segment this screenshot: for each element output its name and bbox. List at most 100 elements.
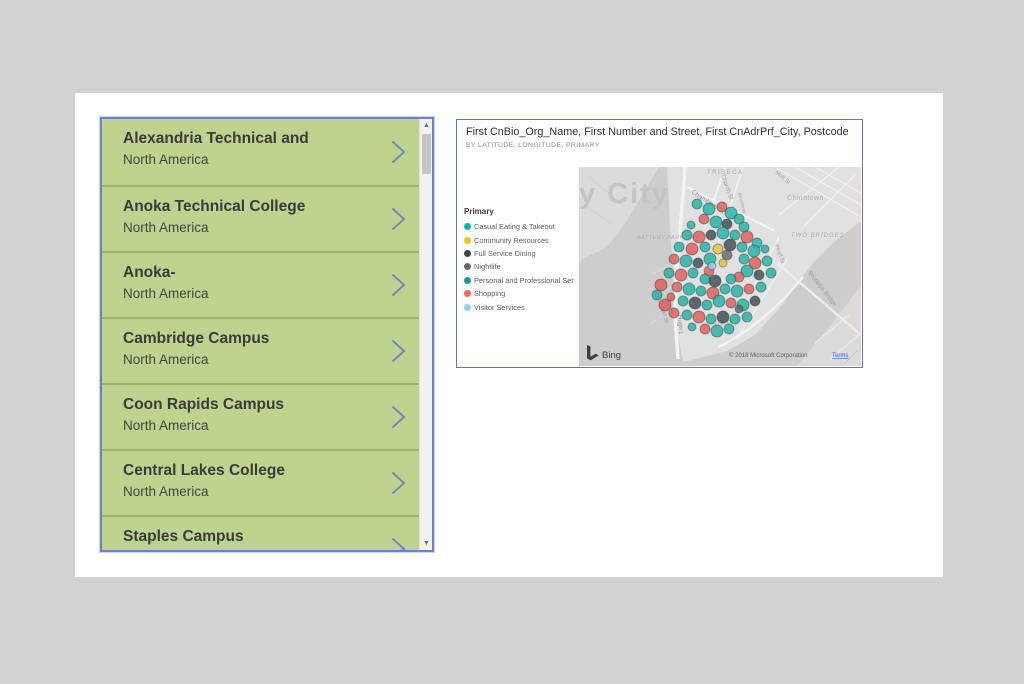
map-point[interactable] [754, 270, 764, 280]
list-item[interactable]: Anoka Technical College North America [102, 185, 419, 251]
list-item[interactable]: Anoka- North America [102, 251, 419, 317]
legend-color-dot [464, 223, 471, 230]
map-point[interactable] [688, 268, 698, 278]
map-point[interactable] [682, 310, 692, 320]
map-point[interactable] [724, 324, 734, 334]
chevron-right-icon[interactable] [387, 337, 411, 365]
legend-item[interactable]: Nightlife [464, 260, 577, 273]
map-point[interactable] [710, 216, 722, 228]
map-point[interactable] [678, 296, 688, 306]
map-point[interactable] [762, 256, 772, 266]
map-point[interactable] [720, 284, 730, 294]
map-point[interactable] [693, 231, 705, 243]
map-point[interactable] [687, 221, 695, 229]
map-point[interactable] [766, 268, 776, 278]
map-point[interactable] [717, 227, 729, 239]
map-point[interactable] [737, 242, 747, 252]
legend-item[interactable]: Community Resources [464, 233, 577, 246]
map-point[interactable] [700, 242, 710, 252]
map-point[interactable] [693, 258, 703, 268]
map-point[interactable] [731, 285, 743, 297]
map-point[interactable] [706, 230, 716, 240]
map-point[interactable] [726, 298, 736, 308]
map-point[interactable] [693, 311, 705, 323]
map-point[interactable] [750, 296, 760, 306]
map-point[interactable] [664, 268, 674, 278]
map-point[interactable] [726, 274, 736, 284]
map-point[interactable] [744, 284, 754, 294]
chevron-right-icon[interactable] [387, 271, 411, 299]
map-point[interactable] [699, 214, 709, 224]
map-point[interactable] [680, 255, 692, 267]
map-point[interactable] [709, 275, 721, 287]
map-point[interactable] [739, 254, 749, 264]
legend-item[interactable]: Full Service Dining [464, 247, 577, 260]
list-item-subtitle: North America [123, 150, 379, 170]
map-point[interactable] [724, 239, 736, 251]
chevron-right-icon[interactable] [387, 403, 411, 431]
legend-item-label: Casual Eating & Takeout [474, 222, 555, 231]
map-point[interactable] [719, 259, 727, 267]
map-point[interactable] [703, 203, 715, 215]
map-point[interactable] [659, 299, 671, 311]
map-point[interactable] [739, 222, 749, 232]
map-point[interactable] [713, 244, 723, 254]
list-item-title: Staples Campus [123, 526, 379, 548]
map-point[interactable] [686, 243, 698, 255]
map-point[interactable] [708, 262, 716, 270]
scrollbar-thumb[interactable] [422, 134, 431, 174]
map-point[interactable] [675, 269, 687, 281]
scroll-down-icon[interactable]: ▼ [420, 537, 433, 550]
list-item[interactable]: Staples Campus [102, 515, 419, 550]
map-point[interactable] [700, 274, 710, 284]
terms-link[interactable]: Terms [832, 353, 848, 359]
legend-item[interactable]: Personal and Professional Ser... [464, 274, 577, 287]
legend-item[interactable]: Visitor Services [464, 300, 577, 313]
map-point[interactable] [669, 254, 679, 264]
chevron-right-icon[interactable] [387, 138, 411, 166]
map-point[interactable] [735, 305, 743, 313]
map-point[interactable] [692, 199, 702, 209]
map-point[interactable] [702, 300, 712, 310]
map-point[interactable] [652, 290, 662, 300]
legend-color-dot [464, 237, 471, 244]
gallery-scrollbar[interactable]: ▲ ▼ [419, 119, 432, 550]
map-point[interactable] [689, 297, 701, 309]
map-point[interactable] [700, 324, 710, 334]
map-visual[interactable]: First CnBio_Org_Name, First Number and S… [456, 119, 863, 368]
legend-item[interactable]: Casual Eating & Takeout [464, 220, 577, 233]
chevron-right-icon[interactable] [387, 535, 411, 550]
svg-text:y City: y City [579, 178, 670, 210]
map-point[interactable] [756, 282, 766, 292]
list-item[interactable]: Coon Rapids Campus North America [102, 383, 419, 449]
map-point[interactable] [713, 295, 725, 307]
map-point[interactable] [669, 308, 679, 318]
map-point[interactable] [742, 312, 752, 322]
map-point[interactable] [730, 230, 740, 240]
map-point[interactable] [717, 311, 729, 323]
map-point[interactable] [655, 279, 667, 291]
map-point[interactable] [722, 250, 732, 260]
map-point[interactable] [730, 314, 740, 324]
list-item[interactable]: Central Lakes College North America [102, 449, 419, 515]
map-point[interactable] [706, 314, 716, 324]
list-item-subtitle: North America [123, 218, 379, 238]
map-point[interactable] [674, 242, 684, 252]
map-copyright: © 2018 Microsoft Corporation [729, 352, 807, 359]
map-point[interactable] [711, 325, 723, 337]
map-point[interactable] [741, 231, 753, 243]
list-item[interactable]: Cambridge Campus North America [102, 317, 419, 383]
legend-item[interactable]: Shopping [464, 287, 577, 300]
map-point[interactable] [696, 286, 706, 296]
map-point[interactable] [672, 282, 682, 292]
chevron-right-icon[interactable] [387, 469, 411, 497]
chevron-right-icon[interactable] [387, 205, 411, 233]
map-point[interactable] [748, 245, 760, 257]
list-item[interactable]: Alexandria Technical and North America [102, 119, 419, 185]
bing-map[interactable]: y CityTRIBECAChambers StChurch StBroadwa… [579, 167, 861, 366]
map-point[interactable] [683, 283, 695, 295]
map-point[interactable] [688, 323, 696, 331]
map-point[interactable] [682, 230, 692, 240]
scroll-up-icon[interactable]: ▲ [420, 119, 433, 132]
map-point[interactable] [761, 245, 769, 253]
